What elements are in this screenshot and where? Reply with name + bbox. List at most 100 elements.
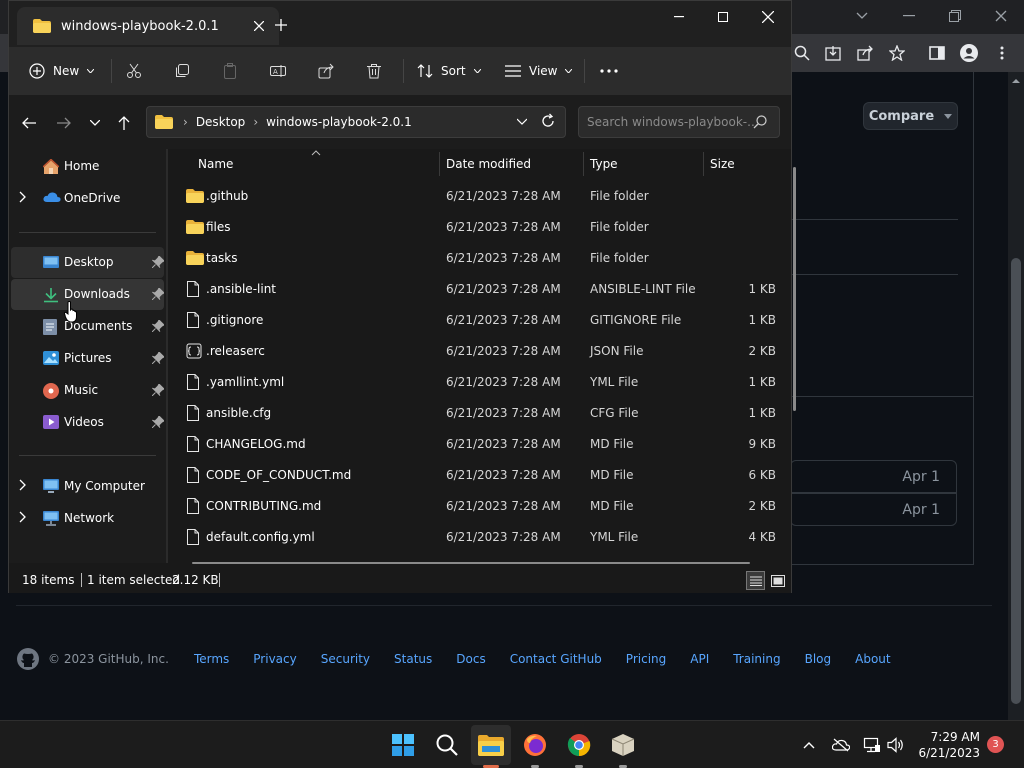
paste-button[interactable] <box>222 57 238 85</box>
column-divider[interactable] <box>583 152 584 176</box>
footer-link-security[interactable]: Security <box>321 652 370 666</box>
forward-arrow-icon[interactable] <box>52 111 76 135</box>
footer-link-privacy[interactable]: Privacy <box>253 652 296 666</box>
profile-icon[interactable] <box>957 41 981 65</box>
breadcrumb-current-folder[interactable]: windows-playbook-2.0.1 <box>266 115 412 129</box>
footer-link-training[interactable]: Training <box>733 652 780 666</box>
start-button[interactable] <box>383 725 423 765</box>
recent-locations-chevron-icon[interactable] <box>83 111 107 135</box>
footer-link-api[interactable]: API <box>690 652 709 666</box>
file-row[interactable]: .yamllint.yml 6/21/2023 7:28 AM YML File 1 … <box>168 367 780 398</box>
back-arrow-icon[interactable] <box>17 111 41 135</box>
menu-dots-icon[interactable] <box>990 41 1014 65</box>
pin-icon[interactable] <box>152 416 164 428</box>
release-date-card[interactable]: Apr 1 <box>790 460 957 493</box>
new-tab-icon[interactable] <box>271 15 291 35</box>
up-arrow-icon[interactable] <box>112 111 136 135</box>
close-icon[interactable] <box>987 4 1015 28</box>
footer-link-contact[interactable]: Contact GitHub <box>510 652 602 666</box>
taskbar-chrome[interactable] <box>559 725 599 765</box>
show-hidden-icons-chevron-icon[interactable] <box>799 735 819 755</box>
share-button[interactable] <box>318 57 334 85</box>
column-header-size[interactable]: Size <box>710 157 735 171</box>
tiles-view-button[interactable] <box>769 571 786 590</box>
pin-icon[interactable] <box>152 384 164 396</box>
pin-icon[interactable] <box>152 288 164 300</box>
footer-link-blog[interactable]: Blog <box>805 652 832 666</box>
nav-item-documents[interactable]: Documents <box>11 311 164 342</box>
nav-item-pictures[interactable]: Pictures <box>11 343 164 374</box>
search-input[interactable]: Search windows-playbook-... <box>578 106 780 138</box>
more-options-button[interactable] <box>600 57 618 85</box>
file-row[interactable]: CHANGELOG.md 6/21/2023 7:28 AM MD File 9 KB <box>168 429 780 460</box>
rename-button[interactable]: A <box>270 57 286 85</box>
file-row[interactable]: .ansible-lint 6/21/2023 7:28 AM ANSIBLE-LI… <box>168 274 780 305</box>
cloud-sync-icon[interactable] <box>831 735 851 755</box>
install-icon[interactable] <box>821 41 845 65</box>
file-row[interactable]: tasks 6/21/2023 7:28 AM File folder <box>168 243 780 274</box>
column-header-name[interactable]: Name <box>198 157 233 171</box>
compare-button[interactable]: Compare <box>863 102 958 130</box>
column-divider[interactable] <box>439 152 440 176</box>
file-list-vertical-scrollbar[interactable] <box>793 167 796 411</box>
file-row[interactable]: CONTRIBUTING.md 6/21/2023 7:28 AM MD File 2… <box>168 491 780 522</box>
pin-icon[interactable] <box>152 352 164 364</box>
github-logo-icon[interactable] <box>16 647 40 671</box>
sort-button[interactable]: Sort <box>417 57 481 85</box>
pin-icon[interactable] <box>152 256 164 268</box>
file-row[interactable]: CODE_OF_CONDUCT.md 6/21/2023 7:28 AM MD Fi… <box>168 460 780 491</box>
file-row[interactable]: ansible.cfg 6/21/2023 7:28 AM CFG File 1 KB <box>168 398 780 429</box>
nav-item-videos[interactable]: Videos <box>11 407 164 438</box>
address-dropdown-icon[interactable] <box>517 115 527 129</box>
chevron-right-icon[interactable] <box>19 479 27 491</box>
breadcrumb-desktop[interactable]: Desktop <box>196 115 246 129</box>
details-view-button[interactable] <box>746 571 765 590</box>
release-date-card[interactable]: Apr 1 <box>790 493 957 526</box>
system-clock[interactable]: 7:29 AM 6/21/2023 <box>918 729 980 761</box>
address-bar[interactable]: › Desktop › windows-playbook-2.0.1 <box>146 106 566 138</box>
minimize-icon[interactable] <box>663 7 695 27</box>
file-row[interactable]: .releaserc 6/21/2023 7:28 AM JSON File 2 KB <box>168 336 780 367</box>
bookmark-star-icon[interactable] <box>885 41 909 65</box>
taskbar-firefox[interactable] <box>515 725 555 765</box>
close-tab-icon[interactable] <box>249 16 269 36</box>
volume-icon[interactable] <box>886 735 906 755</box>
side-panel-icon[interactable] <box>925 41 949 65</box>
nav-item-onedrive[interactable]: OneDrive <box>11 183 164 214</box>
share-icon[interactable] <box>853 41 877 65</box>
file-list-horizontal-scrollbar[interactable] <box>192 562 750 564</box>
nav-item-music[interactable]: Music <box>11 375 164 406</box>
footer-link-terms[interactable]: Terms <box>194 652 229 666</box>
zoom-icon[interactable] <box>790 41 814 65</box>
explorer-tab[interactable]: windows-playbook-2.0.1 <box>17 7 279 45</box>
maximize-icon[interactable] <box>707 7 739 27</box>
chevron-right-icon[interactable] <box>19 511 27 523</box>
tab-search-icon[interactable] <box>848 4 876 28</box>
close-icon[interactable] <box>752 7 784 27</box>
restore-icon[interactable] <box>941 4 969 28</box>
taskbar-file-explorer[interactable] <box>471 725 511 765</box>
notification-badge[interactable]: 3 <box>987 736 1004 753</box>
column-divider[interactable] <box>703 152 704 176</box>
taskbar-app-box[interactable] <box>603 725 643 765</box>
footer-link-about[interactable]: About <box>855 652 890 666</box>
file-row[interactable]: .gitignore 6/21/2023 7:28 AM GITIGNORE Fil… <box>168 305 780 336</box>
cut-button[interactable] <box>126 57 142 85</box>
nav-item-my-computer[interactable]: My Computer <box>11 471 164 502</box>
file-row[interactable]: files 6/21/2023 7:28 AM File folder <box>168 212 780 243</box>
pin-icon[interactable] <box>152 320 164 332</box>
delete-button[interactable] <box>366 57 382 85</box>
nav-item-network[interactable]: Network <box>11 503 164 534</box>
refresh-icon[interactable] <box>541 113 555 129</box>
chevron-right-icon[interactable] <box>19 191 27 203</box>
column-header-type[interactable]: Type <box>590 157 618 171</box>
search-button[interactable] <box>427 725 467 765</box>
footer-link-pricing[interactable]: Pricing <box>626 652 666 666</box>
nav-item-home[interactable]: Home <box>11 151 164 182</box>
footer-link-docs[interactable]: Docs <box>456 652 485 666</box>
new-button[interactable]: New <box>29 57 95 85</box>
copy-button[interactable] <box>174 57 190 85</box>
browser-scroll-thumb[interactable] <box>1011 258 1021 704</box>
column-header-date-modified[interactable]: Date modified <box>446 157 531 171</box>
minimize-icon[interactable] <box>895 4 923 28</box>
